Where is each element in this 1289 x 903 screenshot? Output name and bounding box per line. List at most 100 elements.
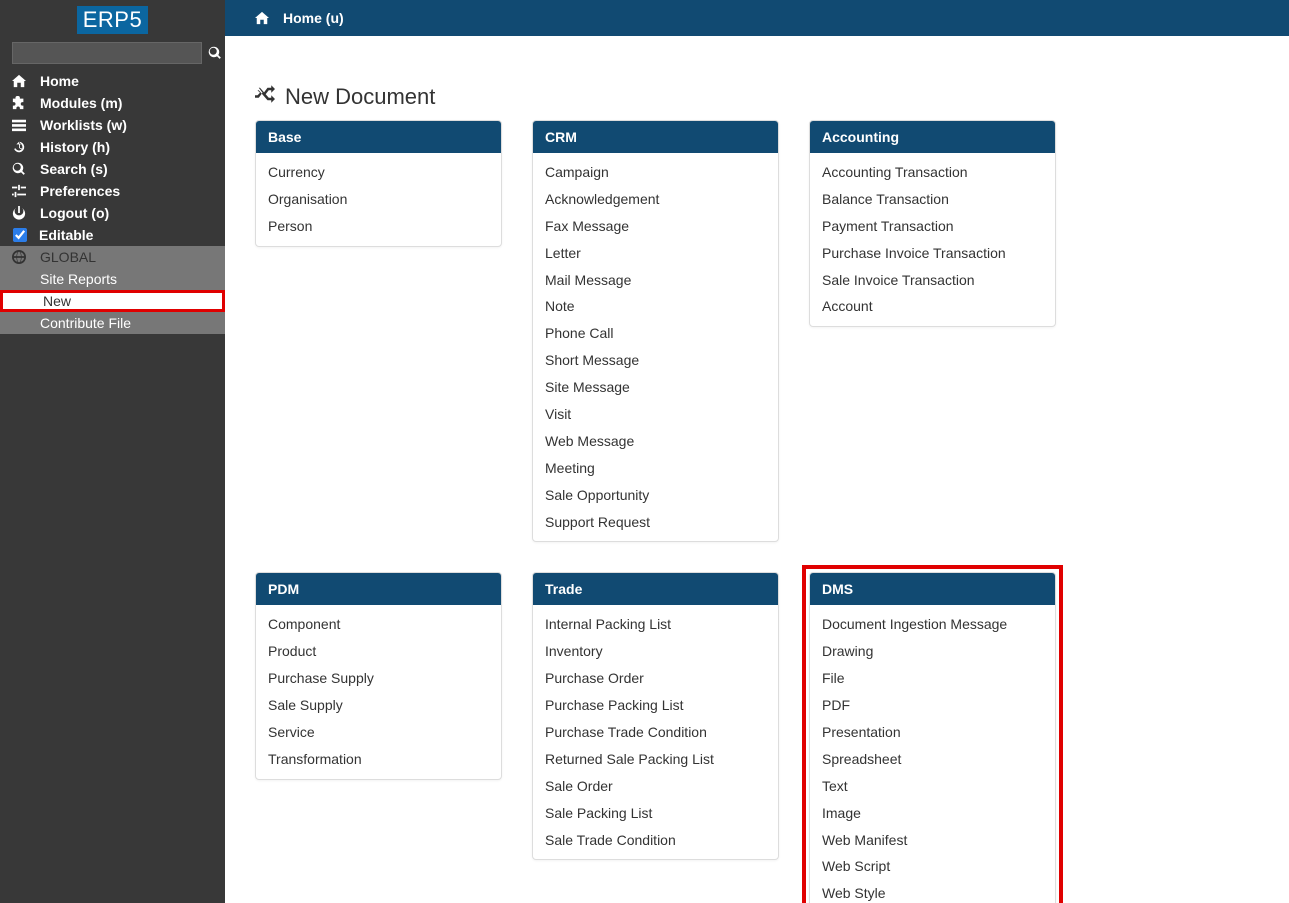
card-item[interactable]: Sale Trade Condition	[533, 827, 778, 854]
sliders-icon	[12, 184, 28, 198]
card-item[interactable]: Web Message	[533, 428, 778, 455]
nav-label: History (h)	[40, 139, 110, 155]
nav-item-history[interactable]: History (h)	[0, 136, 225, 158]
editable-checkbox[interactable]	[13, 228, 27, 242]
nav-label: Search (s)	[40, 161, 108, 177]
power-icon	[12, 206, 28, 220]
nav-label: Worklists (w)	[40, 117, 127, 133]
card-item[interactable]: Component	[256, 611, 501, 638]
card-item[interactable]: Short Message	[533, 347, 778, 374]
topbar: Home (u)	[225, 0, 1289, 36]
card-item[interactable]: Spreadsheet	[810, 746, 1055, 773]
card-item[interactable]: Service	[256, 719, 501, 746]
history-icon	[12, 140, 28, 154]
card-item[interactable]: Site Message	[533, 374, 778, 401]
card-item[interactable]: Meeting	[533, 455, 778, 482]
search-row	[0, 38, 225, 70]
card-item[interactable]: Purchase Supply	[256, 665, 501, 692]
card-item[interactable]: Organisation	[256, 186, 501, 213]
card-item[interactable]: Purchase Invoice Transaction	[810, 240, 1055, 267]
card-item[interactable]: Acknowledgement	[533, 186, 778, 213]
card-item[interactable]: PDF	[810, 692, 1055, 719]
card-item[interactable]: Text	[810, 773, 1055, 800]
card-item[interactable]: Purchase Packing List	[533, 692, 778, 719]
card-item[interactable]: Support Request	[533, 509, 778, 536]
global-item-new[interactable]: New	[0, 290, 225, 312]
card-item[interactable]: Payment Transaction	[810, 213, 1055, 240]
card-item[interactable]: Campaign	[533, 159, 778, 186]
breadcrumb[interactable]: Home (u)	[283, 10, 344, 26]
card-item[interactable]: Sale Invoice Transaction	[810, 267, 1055, 294]
card-crm: CRMCampaignAcknowledgementFax MessageLet…	[532, 120, 779, 542]
card-item[interactable]: Drawing	[810, 638, 1055, 665]
card-item[interactable]: Phone Call	[533, 320, 778, 347]
nav-item-power[interactable]: Logout (o)	[0, 202, 225, 224]
card-item[interactable]: Visit	[533, 401, 778, 428]
card-item[interactable]: Balance Transaction	[810, 186, 1055, 213]
content: New Document BaseCurrencyOrganisationPer…	[225, 36, 1289, 903]
card-item[interactable]: Sale Opportunity	[533, 482, 778, 509]
card-item[interactable]: Letter	[533, 240, 778, 267]
global-header: GLOBAL	[0, 246, 225, 268]
card-header: PDM	[256, 573, 501, 605]
card-body: CurrencyOrganisationPerson	[256, 153, 501, 246]
card-accounting: AccountingAccounting TransactionBalance …	[809, 120, 1056, 327]
nav-item-list[interactable]: Worklists (w)	[0, 114, 225, 136]
card-item[interactable]: Presentation	[810, 719, 1055, 746]
card-item[interactable]: Currency	[256, 159, 501, 186]
card-item[interactable]: Web Manifest	[810, 827, 1055, 854]
card-item[interactable]: Mail Message	[533, 267, 778, 294]
global-item-contribute-file[interactable]: Contribute File	[0, 312, 225, 334]
card-item[interactable]: Inventory	[533, 638, 778, 665]
card-item[interactable]: Fax Message	[533, 213, 778, 240]
global-header-label: GLOBAL	[40, 249, 96, 265]
global-item-label: Contribute File	[40, 315, 131, 331]
home-icon[interactable]	[255, 11, 271, 25]
home-icon	[12, 74, 28, 88]
card-header: Trade	[533, 573, 778, 605]
card-item[interactable]: Sale Packing List	[533, 800, 778, 827]
card-item[interactable]: Web Style	[810, 880, 1055, 903]
logo[interactable]: ERP5	[77, 6, 148, 34]
editable-label[interactable]: Editable	[39, 227, 93, 243]
nav-label: Preferences	[40, 183, 120, 199]
logo-container: ERP5	[0, 0, 225, 38]
card-trade: TradeInternal Packing ListInventoryPurch…	[532, 572, 779, 860]
card-item[interactable]: Transformation	[256, 746, 501, 773]
card-dms: DMSDocument Ingestion MessageDrawingFile…	[809, 572, 1056, 903]
card-body: CampaignAcknowledgementFax MessageLetter…	[533, 153, 778, 541]
search-icon[interactable]	[208, 46, 222, 60]
puzzle-icon	[12, 96, 28, 110]
card-item[interactable]: Accounting Transaction	[810, 159, 1055, 186]
sidebar: ERP5 HomeModules (m) Worklists (w) History…	[0, 0, 225, 903]
global-item-site-reports[interactable]: Site Reports	[0, 268, 225, 290]
card-body: Accounting TransactionBalance Transactio…	[810, 153, 1055, 326]
card-item[interactable]: Person	[256, 213, 501, 240]
card-base: BaseCurrencyOrganisationPerson	[255, 120, 502, 247]
card-item[interactable]: Account	[810, 293, 1055, 320]
card-body: Document Ingestion MessageDrawingFilePDF…	[810, 605, 1055, 903]
card-item[interactable]: File	[810, 665, 1055, 692]
card-item[interactable]: Note	[533, 293, 778, 320]
card-item[interactable]: Purchase Trade Condition	[533, 719, 778, 746]
card-item[interactable]: Product	[256, 638, 501, 665]
card-item[interactable]: Document Ingestion Message	[810, 611, 1055, 638]
card-header: CRM	[533, 121, 778, 153]
card-item[interactable]: Purchase Order	[533, 665, 778, 692]
search-icon	[12, 162, 28, 176]
card-item[interactable]: Internal Packing List	[533, 611, 778, 638]
nav-item-puzzle[interactable]: Modules (m)	[0, 92, 225, 114]
nav-item-home[interactable]: Home	[0, 70, 225, 92]
shuffle-icon	[255, 84, 275, 110]
card-item[interactable]: Sale Supply	[256, 692, 501, 719]
card-item[interactable]: Sale Order	[533, 773, 778, 800]
card-item[interactable]: Web Script	[810, 853, 1055, 880]
card-item[interactable]: Image	[810, 800, 1055, 827]
nav-item-sliders[interactable]: Preferences	[0, 180, 225, 202]
search-input[interactable]	[12, 42, 202, 64]
nav-item-search[interactable]: Search (s)	[0, 158, 225, 180]
nav-list: HomeModules (m) Worklists (w) History (h) S…	[0, 70, 225, 224]
card-item[interactable]: Returned Sale Packing List	[533, 746, 778, 773]
list-icon	[12, 118, 28, 132]
nav-editable: Editable	[0, 224, 225, 246]
